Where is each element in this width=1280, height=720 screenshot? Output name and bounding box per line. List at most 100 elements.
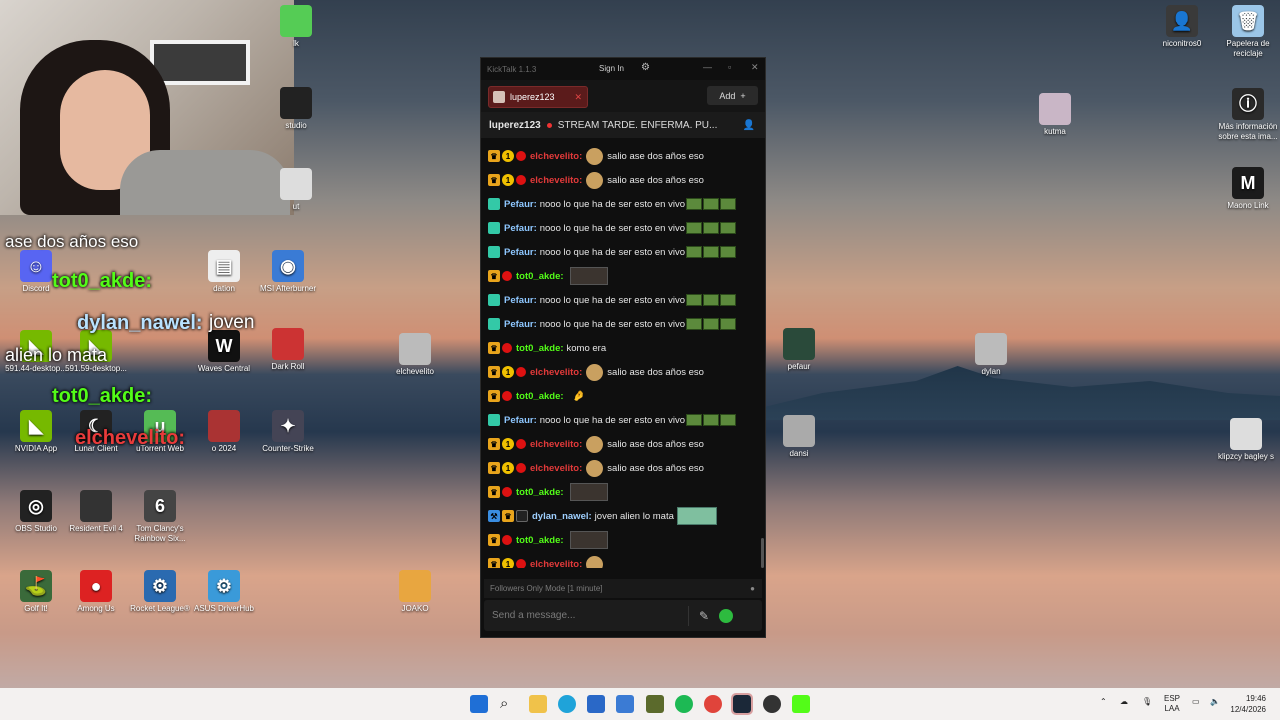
- chat-username[interactable]: tot0_akde:: [516, 487, 564, 498]
- chat-username[interactable]: tot0_akde:: [516, 391, 564, 402]
- desktop-icon[interactable]: ✦ Counter-Strike: [252, 410, 324, 454]
- chat-username[interactable]: elchevelito:: [530, 439, 582, 450]
- discord-icon: ☺: [20, 250, 52, 282]
- desktop-icon[interactable]: ▤ dation: [188, 250, 260, 294]
- chat-message[interactable]: ♛ 1 elchevelito: salio ase dos años eso: [488, 434, 704, 454]
- outlook-icon[interactable]: [616, 695, 634, 713]
- desktop-icon[interactable]: Resident Evil 4: [60, 490, 132, 534]
- emote-pepe-icon: [685, 222, 702, 234]
- maximize-icon[interactable]: ▫: [728, 62, 731, 72]
- microphone-icon[interactable]: 🎙: [1142, 697, 1152, 706]
- chat-message[interactable]: Pefaur: nooo lo que ha de ser esto en viv…: [488, 194, 736, 214]
- chat-username[interactable]: Pefaur:: [504, 415, 537, 426]
- desktop-icon[interactable]: Dark Roll: [252, 328, 324, 372]
- desktop-icon[interactable]: elchevelito: [379, 333, 451, 377]
- chat-username[interactable]: Pefaur:: [504, 319, 537, 330]
- chat-messages[interactable]: ♛ 1 elchevelito: salio ase dos años eso ♛ 1 el…: [481, 148, 765, 568]
- desktop-icon[interactable]: klipzcy bagley s: [1210, 418, 1280, 462]
- chat-message[interactable]: ♛ 1 elchevelito: salio ase dos años eso: [488, 170, 704, 190]
- chat-username[interactable]: Pefaur:: [504, 295, 537, 306]
- image-icon: [399, 570, 431, 602]
- chat-message[interactable]: Pefaur: nooo lo que ha de ser esto en viv…: [488, 410, 736, 430]
- edge-icon[interactable]: [558, 695, 576, 713]
- chat-username[interactable]: elchevelito:: [530, 463, 582, 474]
- desktop-icon[interactable]: dansi: [763, 415, 835, 459]
- chat-username[interactable]: Pefaur:: [504, 223, 537, 234]
- message-input[interactable]: [484, 610, 684, 621]
- close-icon[interactable]: ✕: [751, 62, 759, 73]
- windows-start-icon[interactable]: [470, 695, 488, 713]
- desktop-icon[interactable]: 🗑 Papelera de reciclaje: [1212, 5, 1280, 59]
- language-indicator[interactable]: ESP LAA: [1164, 694, 1180, 714]
- minecraft-icon[interactable]: [646, 695, 664, 713]
- desktop-icon[interactable]: ⚙ ASUS DriverHub: [188, 570, 260, 614]
- desktop-icon[interactable]: ⓘ Más información sobre esta ima...: [1212, 88, 1280, 142]
- desktop-icon[interactable]: M Maono Link: [1212, 167, 1280, 211]
- chat-username[interactable]: Pefaur:: [504, 247, 537, 258]
- desktop-icon[interactable]: ⚙ Rocket League®: [124, 570, 196, 614]
- search-icon[interactable]: ⌕: [500, 695, 518, 713]
- chat-username[interactable]: tot0_akde:: [516, 343, 564, 354]
- chat-message[interactable]: Pefaur: nooo lo que ha de ser esto en viv…: [488, 290, 736, 310]
- chat-message[interactable]: ♛ 1 elchevelito: salio ase dos años eso: [488, 148, 704, 166]
- translate-icon[interactable]: ✎: [699, 609, 709, 623]
- chat-message[interactable]: Pefaur: nooo lo que ha de ser esto en viv…: [488, 218, 736, 238]
- volume-icon[interactable]: 🔈: [1210, 697, 1220, 706]
- store-icon[interactable]: [587, 695, 605, 713]
- desktop-icon[interactable]: 👤 niconitros0: [1146, 5, 1218, 49]
- desktop-icon[interactable]: 6 Tom Clancy's Rainbow Six...: [124, 490, 196, 544]
- desktop-icon[interactable]: W Waves Central: [188, 330, 260, 374]
- user-list-icon[interactable]: 👤: [743, 120, 755, 131]
- file-explorer-icon[interactable]: [529, 695, 547, 713]
- chat-username[interactable]: elchevelito:: [530, 367, 582, 378]
- chat-message[interactable]: Pefaur: nooo lo que ha de ser esto en viv…: [488, 242, 736, 262]
- tray-overflow-icon[interactable]: ⌃: [1100, 697, 1107, 706]
- chat-username[interactable]: elchevelito:: [530, 559, 582, 569]
- kick-icon[interactable]: [792, 695, 810, 713]
- steam-icon[interactable]: [731, 693, 753, 715]
- chat-message[interactable]: ♛ tot0_akde:: [488, 266, 608, 286]
- chrome-icon[interactable]: [704, 695, 722, 713]
- chat-username[interactable]: dylan_nawel:: [532, 511, 592, 522]
- desktop-icon[interactable]: lk: [260, 5, 332, 49]
- network-icon[interactable]: ▭: [1192, 697, 1200, 706]
- chat-message[interactable]: ♛ 1 elchevelito: salio ase dos años eso: [488, 458, 704, 478]
- chat-username[interactable]: tot0_akde:: [516, 535, 564, 546]
- info-icon[interactable]: ●: [750, 584, 755, 593]
- chat-username[interactable]: elchevelito:: [530, 175, 582, 186]
- desktop-icon[interactable]: ut: [260, 168, 332, 212]
- chatroom-tab[interactable]: luperez123 ✕: [488, 86, 588, 108]
- sign-in-button[interactable]: Sign In: [599, 64, 624, 73]
- minimize-icon[interactable]: —: [703, 62, 712, 72]
- chat-scrollbar[interactable]: [761, 538, 764, 568]
- clock[interactable]: 19:46 12/4/2026: [1222, 693, 1266, 715]
- add-chatroom-button[interactable]: Add +: [707, 86, 758, 105]
- chat-message[interactable]: ⚒ ♛ dylan_nawel: joven alien lo mata: [488, 506, 717, 526]
- emote-picker-icon[interactable]: [719, 608, 734, 623]
- desktop-icon[interactable]: ◉ MSI Afterburner: [252, 250, 324, 294]
- desktop-icon[interactable]: dylan: [955, 333, 1027, 377]
- msi-icon: ◉: [272, 250, 304, 282]
- desktop-icon[interactable]: pefaur: [763, 328, 835, 372]
- chat-message[interactable]: ♛ tot0_akde: komo era: [488, 338, 606, 358]
- tab-close-icon[interactable]: ✕: [574, 92, 582, 103]
- chat-username[interactable]: Pefaur:: [504, 199, 537, 210]
- asus-icon: ⚙: [208, 570, 240, 602]
- chat-username[interactable]: tot0_akde:: [516, 271, 564, 282]
- chat-message[interactable]: ♛ tot0_akde:: [488, 482, 608, 502]
- chat-message[interactable]: ♛ tot0_akde: 🤌: [488, 386, 585, 406]
- chat-message[interactable]: ♛ 1 elchevelito:: [488, 554, 607, 568]
- chat-message[interactable]: ♛ 1 elchevelito: salio ase dos años eso: [488, 362, 704, 382]
- desktop-icon[interactable]: o 2024: [188, 410, 260, 454]
- chat-message[interactable]: Pefaur: nooo lo que ha de ser esto en viv…: [488, 314, 736, 334]
- settings-gear-icon[interactable]: ⚙: [641, 62, 650, 73]
- chat-username[interactable]: elchevelito:: [530, 151, 582, 162]
- onedrive-icon[interactable]: ☁: [1120, 697, 1128, 706]
- obs-taskbar-icon[interactable]: [763, 695, 781, 713]
- desktop-icon[interactable]: ● Among Us: [60, 570, 132, 614]
- chat-message[interactable]: ♛ tot0_akde:: [488, 530, 608, 550]
- spotify-icon[interactable]: [675, 695, 693, 713]
- desktop-icon[interactable]: JOAKO: [379, 570, 451, 614]
- desktop-icon[interactable]: studio: [260, 87, 332, 131]
- desktop-icon[interactable]: kutma: [1019, 93, 1091, 137]
